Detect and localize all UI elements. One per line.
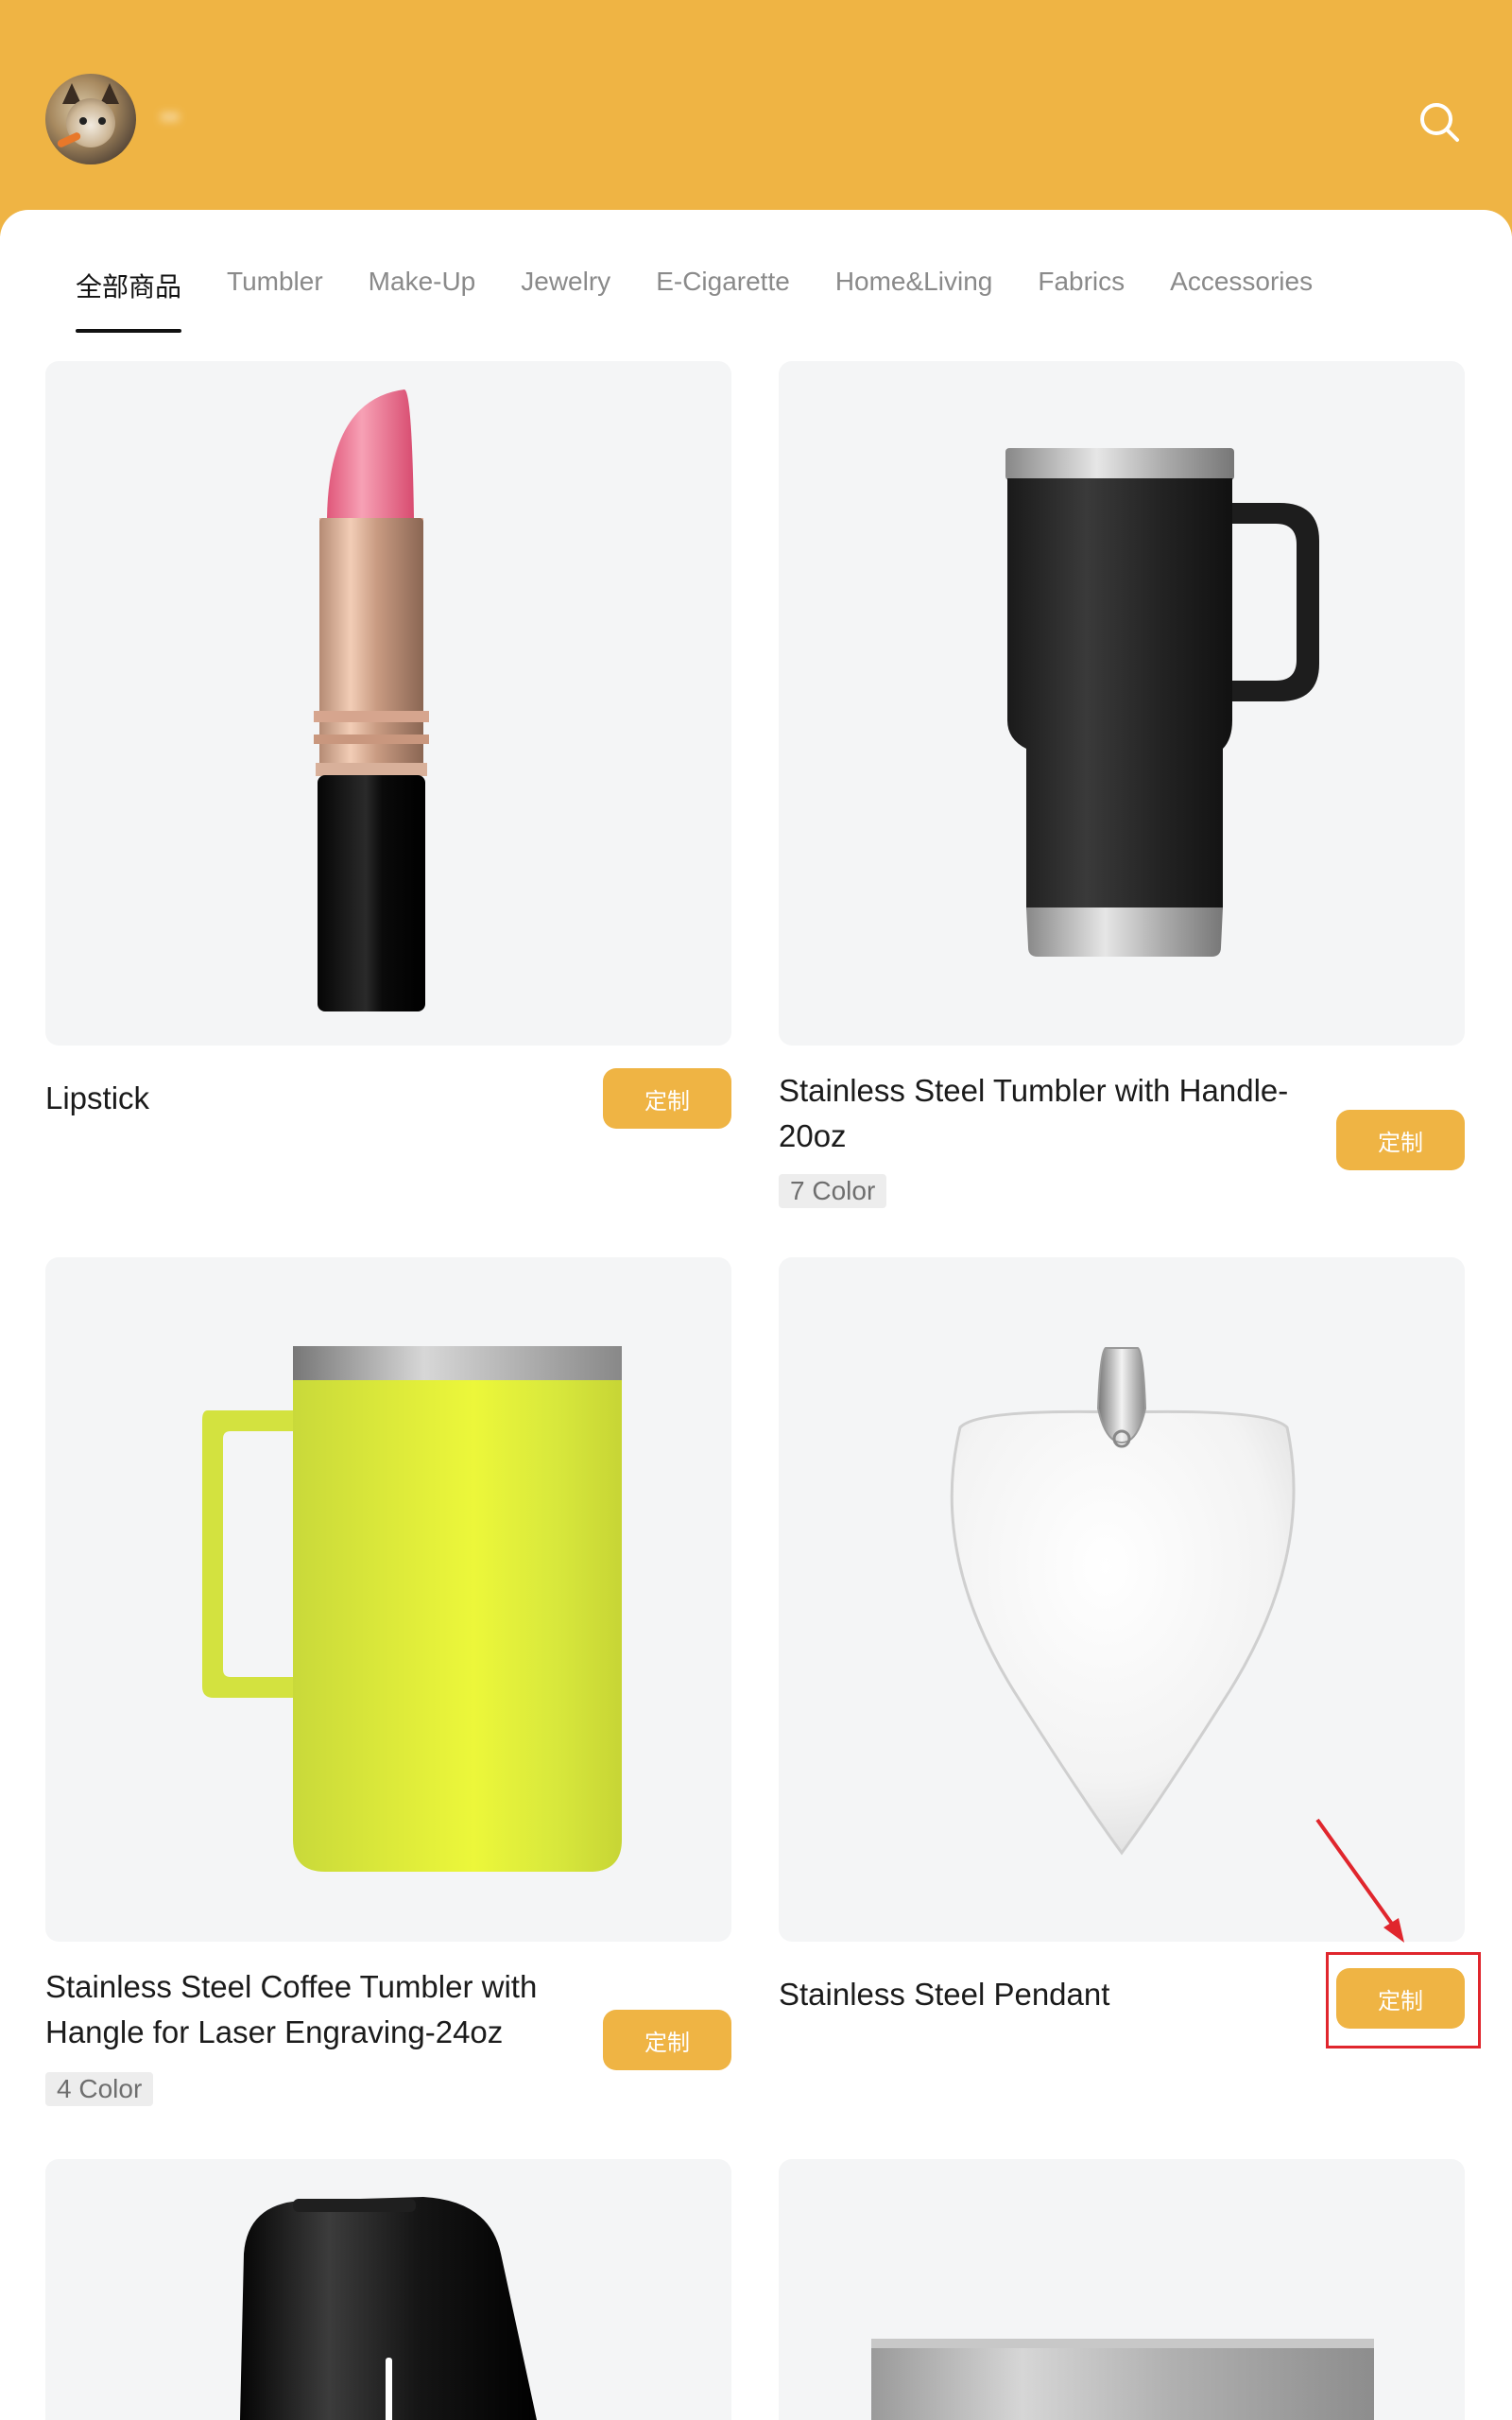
- tab-home-living[interactable]: Home&Living: [835, 267, 993, 333]
- category-tabs: 全部商品 Tumbler Make-Up Jewelry E-Cigarette…: [76, 267, 1313, 333]
- user-avatar[interactable]: [45, 74, 136, 164]
- product-image[interactable]: [779, 361, 1465, 1046]
- product-image[interactable]: [779, 2159, 1465, 2420]
- product-title[interactable]: Stainless Steel Coffee Tumbler with Hang…: [45, 1964, 612, 2055]
- product-title[interactable]: Lipstick: [45, 1076, 149, 1121]
- product-image[interactable]: [45, 2159, 731, 2420]
- top-header: ••: [0, 0, 1512, 236]
- tab-make-up[interactable]: Make-Up: [369, 267, 476, 333]
- tab-tumbler[interactable]: Tumbler: [227, 267, 323, 333]
- color-count-badge: 4 Color: [45, 2072, 154, 2106]
- tab-jewelry[interactable]: Jewelry: [521, 267, 610, 333]
- search-icon[interactable]: [1416, 98, 1463, 146]
- product-image[interactable]: [45, 1257, 731, 1942]
- annotation-arrow-icon: [1315, 1818, 1404, 1943]
- color-count-badge: 7 Color: [779, 1174, 887, 1208]
- customize-button[interactable]: 定制: [1336, 1110, 1465, 1170]
- customize-button[interactable]: 定制: [603, 2010, 731, 2070]
- username: ••: [161, 102, 180, 131]
- product-title[interactable]: Stainless Steel Tumbler with Handle-20oz: [779, 1068, 1308, 1159]
- annotation-highlight-box: [1326, 1952, 1481, 2048]
- product-image[interactable]: [45, 361, 731, 1046]
- tab-fabrics[interactable]: Fabrics: [1038, 267, 1125, 333]
- tab-accessories[interactable]: Accessories: [1170, 267, 1313, 333]
- tab-e-cigarette[interactable]: E-Cigarette: [656, 267, 790, 333]
- product-title[interactable]: Stainless Steel Pendant: [779, 1972, 1109, 2017]
- customize-button[interactable]: 定制: [603, 1068, 731, 1129]
- tab-all-products[interactable]: 全部商品: [76, 267, 182, 333]
